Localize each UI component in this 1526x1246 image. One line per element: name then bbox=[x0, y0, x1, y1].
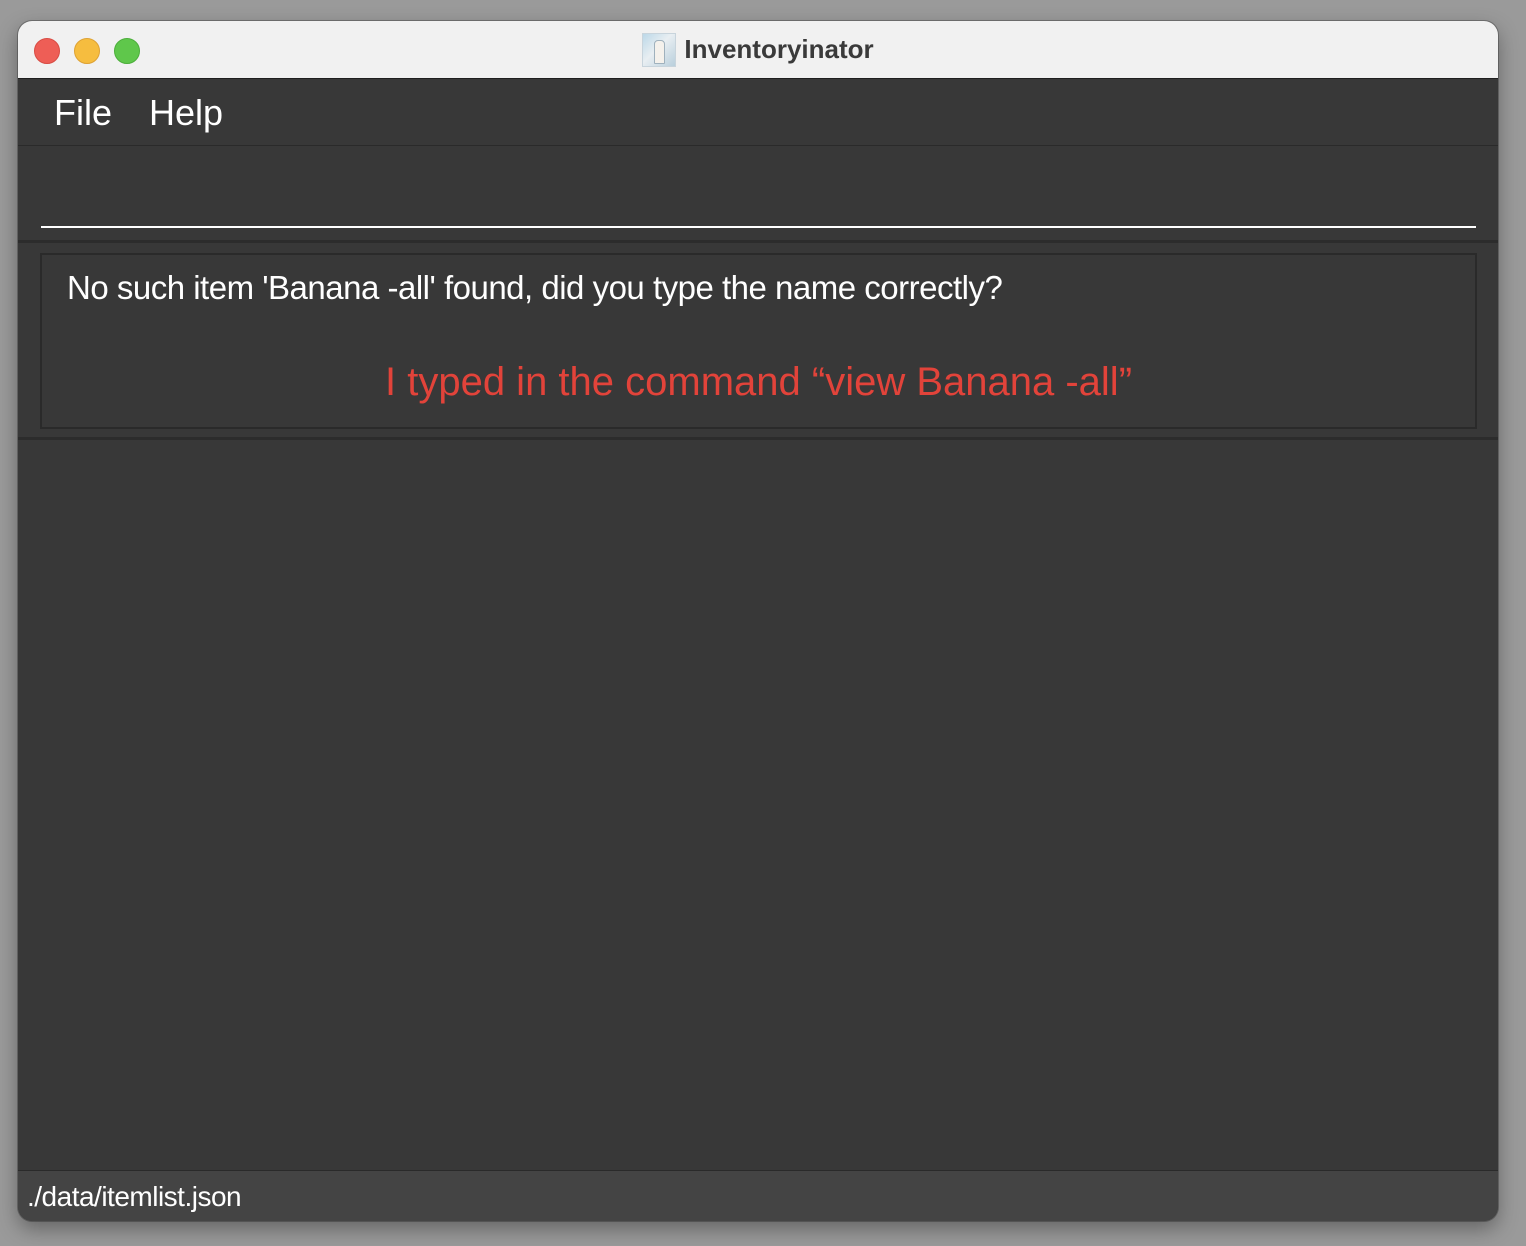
app-window: Inventoryinator File Help No such item '… bbox=[18, 21, 1498, 1221]
command-box bbox=[18, 146, 1498, 243]
result-display: No such item 'Banana -all' found, did yo… bbox=[40, 253, 1477, 429]
command-input[interactable] bbox=[41, 166, 1476, 228]
app-icon bbox=[642, 32, 677, 67]
window-title: Inventoryinator bbox=[684, 34, 874, 64]
menu-file[interactable]: File bbox=[54, 92, 112, 134]
menu-help[interactable]: Help bbox=[149, 92, 223, 134]
annotation-text: I typed in the command “view Banana -all… bbox=[384, 360, 1133, 404]
menu-bar: File Help bbox=[18, 79, 1498, 146]
status-bar: ./data/itemlist.json bbox=[18, 1170, 1498, 1221]
title-bar[interactable]: Inventoryinator bbox=[18, 21, 1498, 79]
item-list-panel bbox=[18, 440, 1498, 1170]
result-message: No such item 'Banana -all' found, did yo… bbox=[67, 269, 1003, 306]
storage-file-path: ./data/itemlist.json bbox=[27, 1181, 242, 1212]
title-container: Inventoryinator bbox=[18, 21, 1498, 78]
